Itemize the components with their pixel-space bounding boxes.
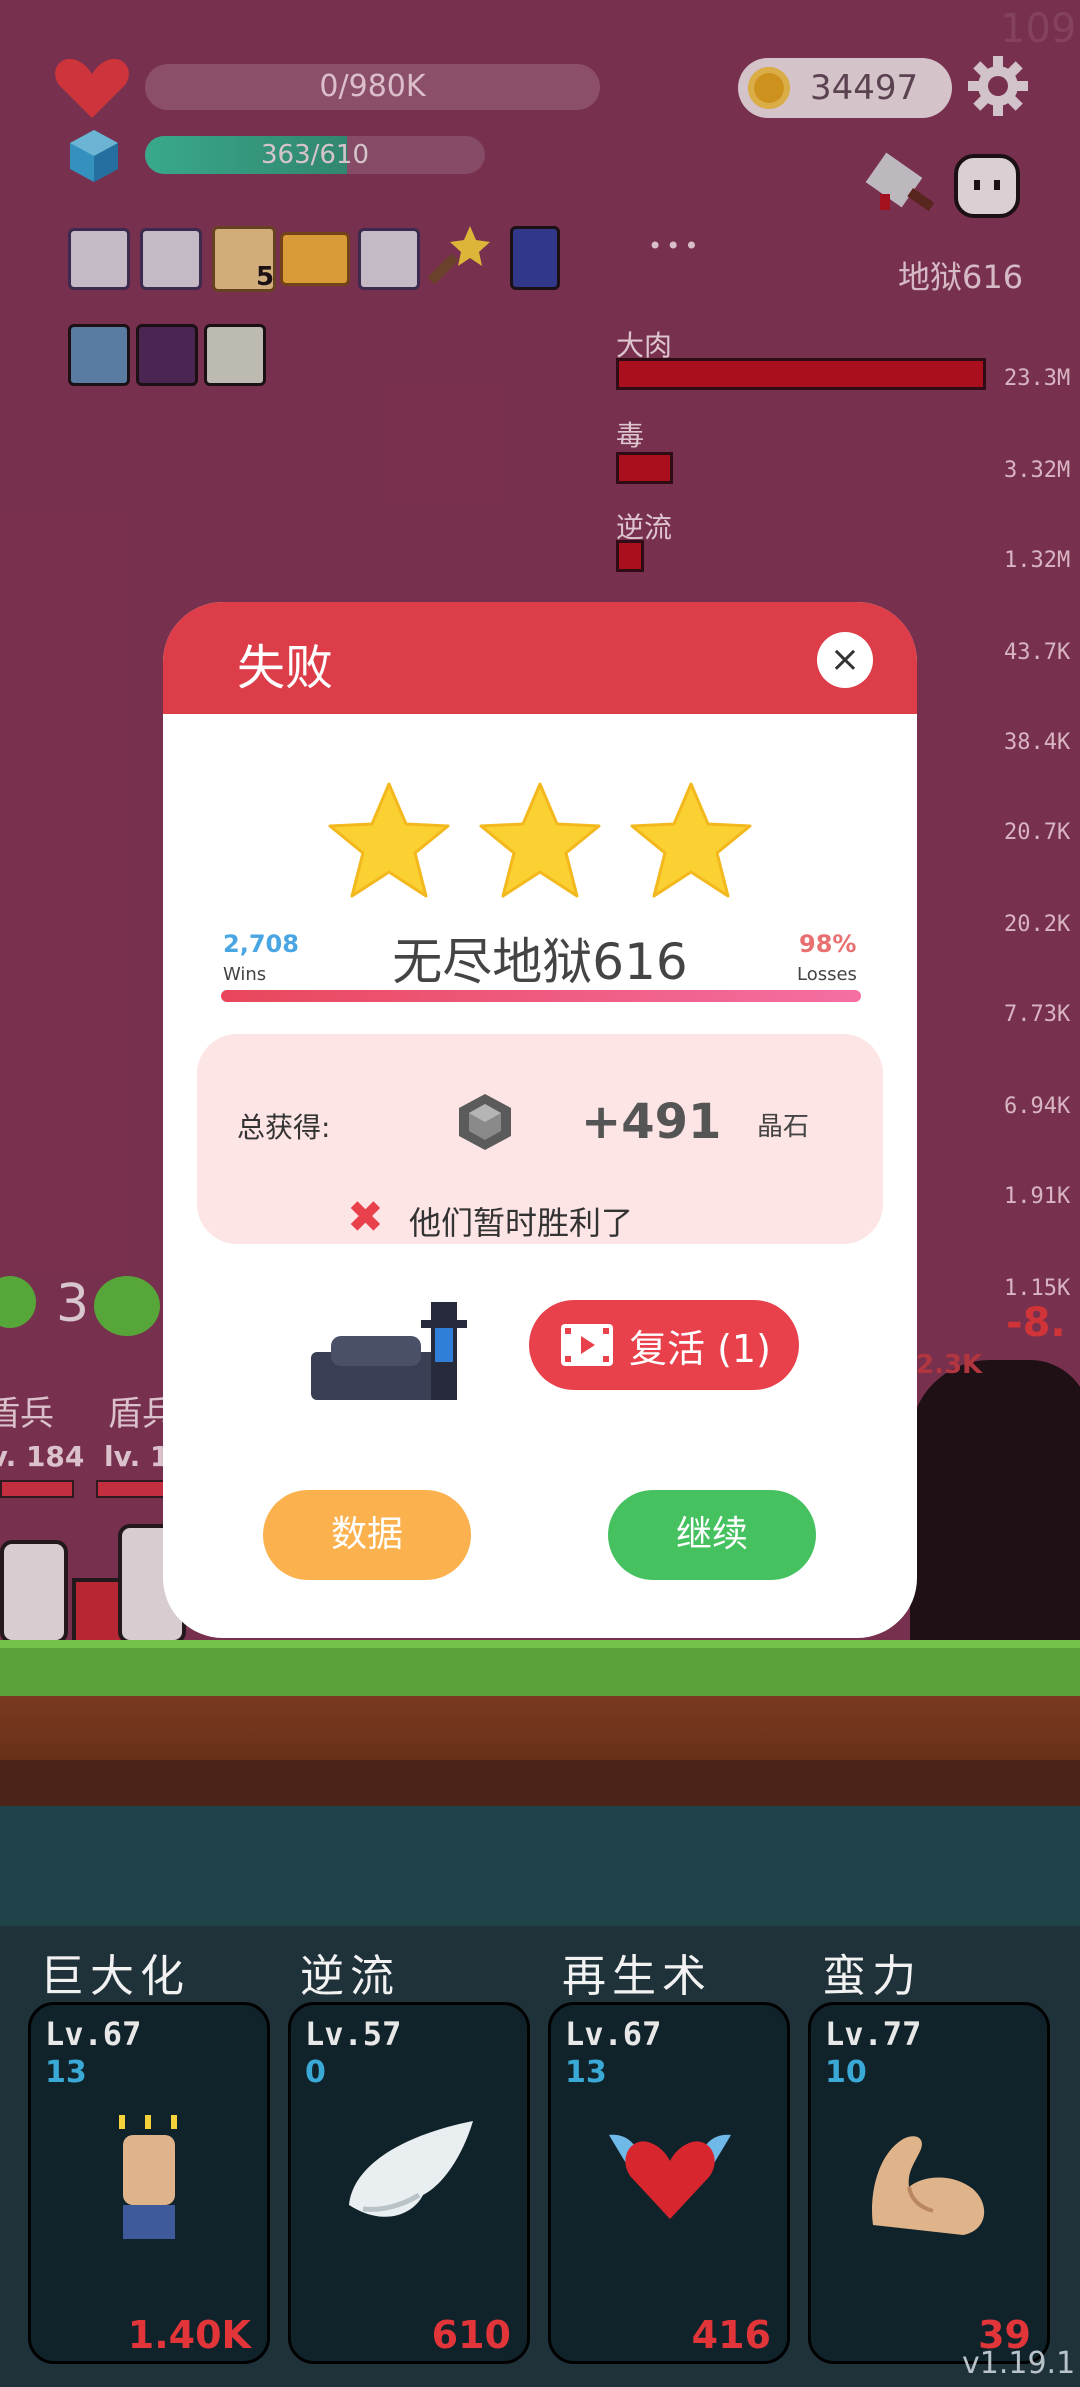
reward-label: 总获得: bbox=[237, 1111, 331, 1144]
losses-value: 98% bbox=[799, 930, 857, 958]
result-note: 他们暂时胜利了 bbox=[409, 1204, 634, 1242]
skill-sub-value: 10 bbox=[825, 2055, 867, 2090]
losses-label: Losses bbox=[797, 964, 857, 985]
fist-icon bbox=[109, 2115, 189, 2245]
star-icon bbox=[477, 780, 603, 906]
wing-icon bbox=[343, 2115, 477, 2235]
fallen-hero-sprite bbox=[311, 1292, 481, 1402]
skill-level: Lv.77 bbox=[825, 2015, 922, 2053]
crystal-icon bbox=[457, 1092, 513, 1152]
win-loss-bar bbox=[221, 990, 861, 1002]
skill-level: Lv.67 bbox=[565, 2015, 662, 2053]
winged-heart-icon bbox=[607, 2115, 733, 2225]
revive-button[interactable]: 复活 (1) bbox=[529, 1300, 799, 1390]
reward-amount: +491 bbox=[581, 1094, 722, 1150]
skill-card-giantize[interactable]: Lv.67 13 1.40K bbox=[28, 2002, 270, 2364]
flexed-arm-icon bbox=[863, 2115, 997, 2245]
skill-card-backflow[interactable]: Lv.57 0 610 bbox=[288, 2002, 530, 2364]
grass-strip bbox=[0, 1640, 1080, 1704]
skill-cost: 416 bbox=[691, 2313, 771, 2357]
skill-name: 巨大化 bbox=[40, 1951, 190, 2002]
skill-name: 再生术 bbox=[562, 1951, 712, 2002]
revive-label: 复活 (1) bbox=[629, 1327, 771, 1371]
skill-level: Lv.67 bbox=[45, 2015, 142, 2053]
star-icon bbox=[628, 780, 754, 906]
video-icon bbox=[561, 1324, 613, 1366]
dirt-strip-dark bbox=[0, 1760, 1080, 1806]
continue-button[interactable]: 继续 bbox=[608, 1490, 816, 1580]
skill-name: 逆流 bbox=[300, 1951, 400, 2002]
data-button[interactable]: 数据 bbox=[263, 1490, 471, 1580]
skill-card-regeneration[interactable]: Lv.67 13 416 bbox=[548, 2002, 790, 2364]
skill-sub-value: 13 bbox=[45, 2055, 87, 2090]
skill-card-brute-force[interactable]: Lv.77 10 39 bbox=[808, 2002, 1050, 2364]
defeat-dialog: 失败 × 2,708 Wins 无尽地狱616 98% Losses 总获得: … bbox=[163, 602, 917, 1638]
skill-name: 蛮力 bbox=[822, 1951, 922, 2002]
cross-icon: ✖ bbox=[347, 1192, 384, 1243]
skill-sub-value: 0 bbox=[305, 2055, 326, 2090]
close-button[interactable]: × bbox=[817, 632, 873, 688]
dialog-title: 失败 bbox=[237, 640, 334, 696]
version-label: v1.19.1 bbox=[962, 2346, 1076, 2381]
reward-unit: 晶石 bbox=[757, 1112, 810, 1142]
skill-sub-value: 13 bbox=[565, 2055, 607, 2090]
skill-level: Lv.57 bbox=[305, 2015, 402, 2053]
skill-cost: 1.40K bbox=[127, 2313, 251, 2357]
star-icon bbox=[326, 780, 452, 906]
reward-panel: 总获得: +491 晶石 ✖ 他们暂时胜利了 bbox=[197, 1034, 883, 1244]
skill-cost: 610 bbox=[431, 2313, 511, 2357]
skill-panel-water bbox=[0, 1806, 1080, 1926]
